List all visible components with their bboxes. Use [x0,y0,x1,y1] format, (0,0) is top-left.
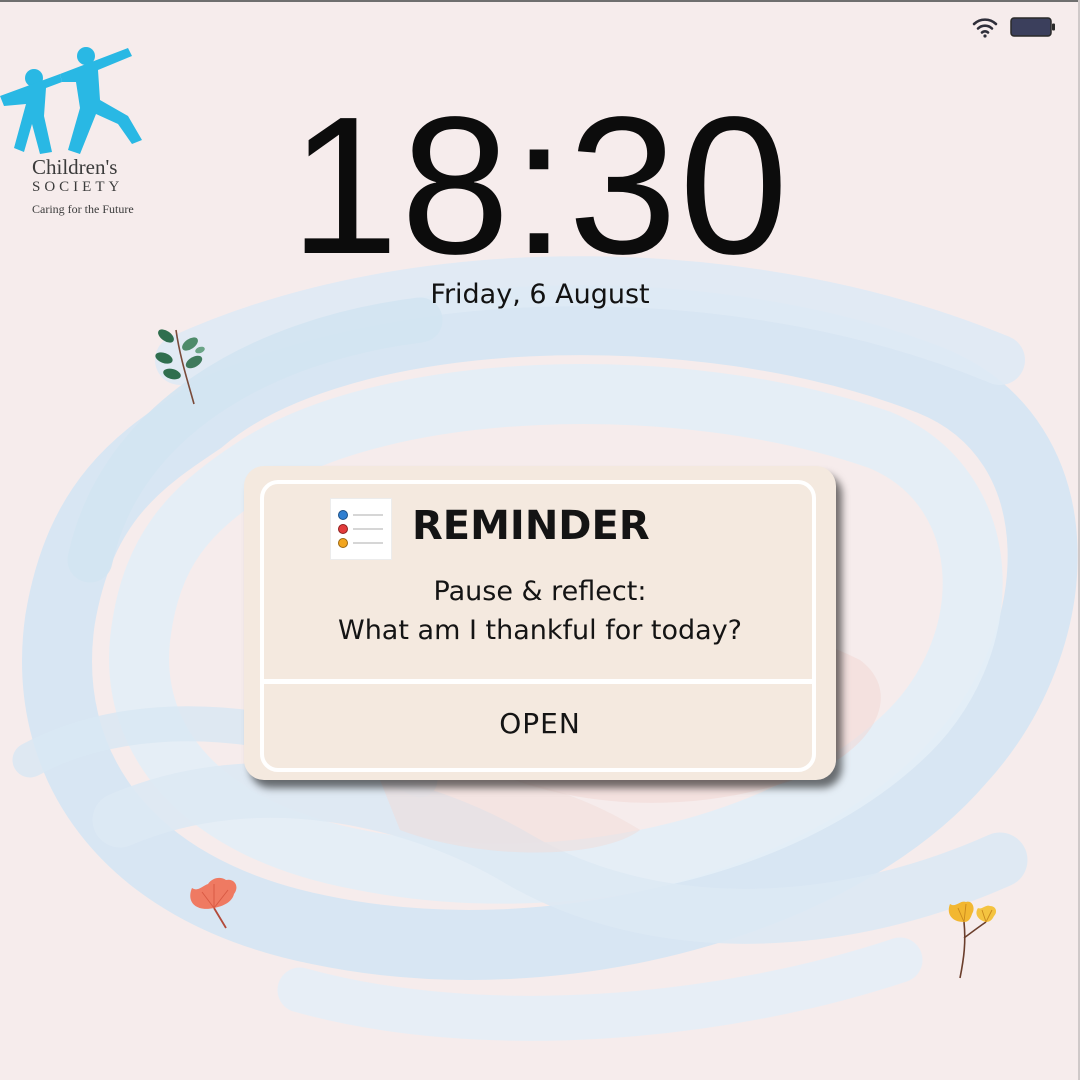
reminder-message-line-2: What am I thankful for today? [338,615,742,646]
wifi-icon [972,18,998,38]
reminders-list-icon [330,498,392,560]
reminder-notification[interactable]: REMINDER Pause & reflect: What am I than… [244,466,836,780]
lock-screen-time: 18:30 [289,76,791,295]
reminder-message: Pause & reflect: What am I thankful for … [244,572,836,650]
reminder-title: REMINDER [412,503,650,549]
reminder-message-line-1: Pause & reflect: [433,576,647,607]
yellow-ginkgo-sprig-icon [948,901,997,979]
red-ginkgo-leaf-icon [190,877,237,929]
open-button-label: OPEN [499,706,581,740]
lock-screen-date: Friday, 6 August [430,279,650,310]
battery-icon [1010,17,1055,37]
open-button[interactable]: OPEN [264,684,816,762]
status-bar [972,16,1056,38]
green-leaf-sprig-icon [155,329,205,405]
